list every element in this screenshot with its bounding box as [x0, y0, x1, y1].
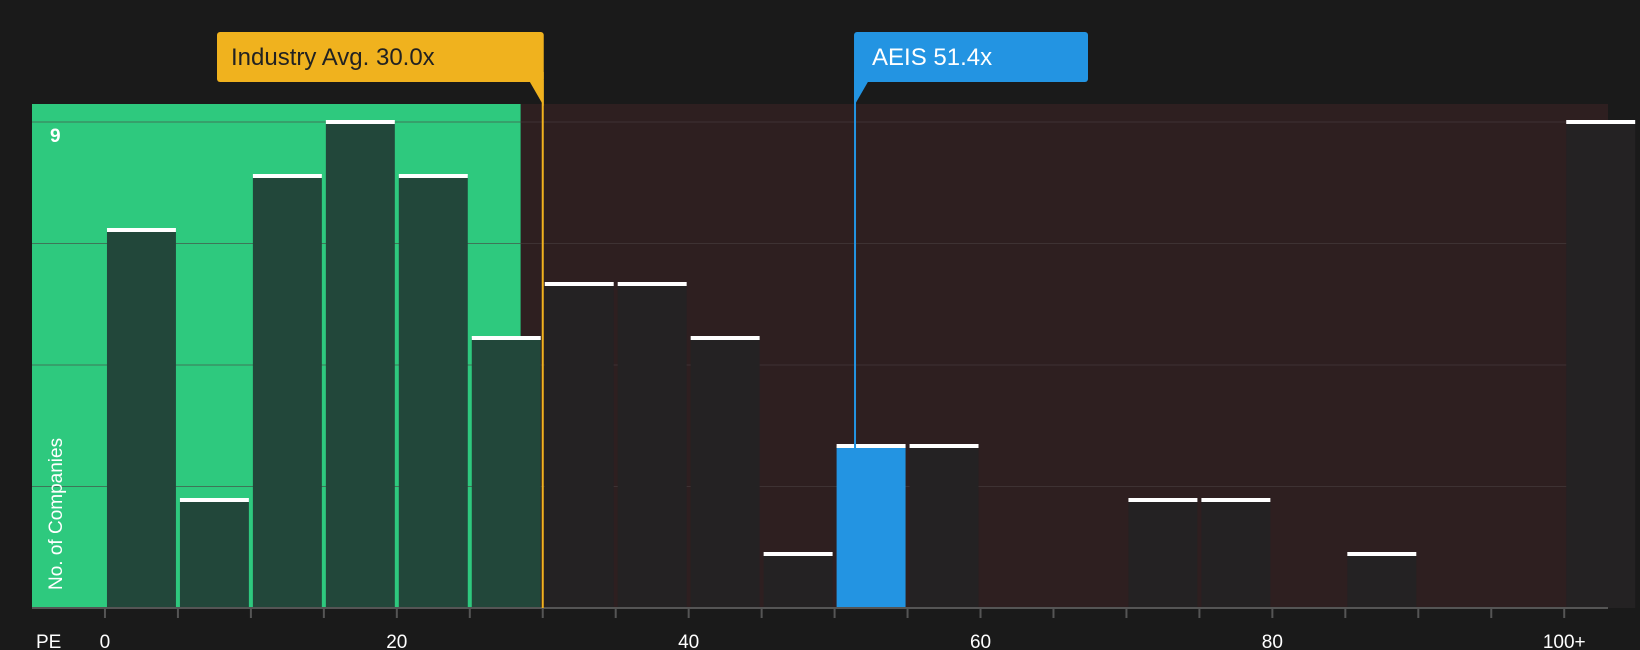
- histogram-bar-cap: [617, 282, 687, 286]
- histogram-bar: [1128, 500, 1198, 608]
- histogram-bar: [544, 284, 614, 608]
- histogram-bar: [690, 338, 760, 608]
- histogram-bar-cap: [763, 552, 833, 556]
- histogram-bar-cap: [1566, 120, 1636, 124]
- histogram-bar: [1566, 122, 1636, 608]
- histogram-bar: [252, 176, 322, 608]
- x-tick-label: 40: [678, 632, 699, 650]
- histogram-bar-cap: [690, 336, 760, 340]
- x-tick-label: 20: [386, 632, 407, 650]
- x-tick-label: 80: [1262, 632, 1283, 650]
- y-axis-max-label: 9: [50, 126, 61, 147]
- x-axis-title: PE: [36, 632, 61, 650]
- histogram-bar-cap: [544, 282, 614, 286]
- industry-average-pointer: [528, 80, 544, 106]
- histogram-bar-cap: [471, 336, 541, 340]
- histogram-bar-cap: [1201, 498, 1271, 502]
- histogram-bar-cap: [836, 444, 906, 448]
- histogram-bar-cap: [252, 174, 322, 178]
- histogram-bar: [179, 500, 249, 608]
- x-tick-label: 0: [100, 632, 111, 650]
- x-tick-label: 100+: [1543, 632, 1586, 650]
- histogram-bar: [763, 554, 833, 608]
- company-pe-label: AEIS 51.4x: [872, 44, 992, 71]
- x-axis-ticks: 0 20 40 60 80 100+: [100, 608, 1586, 650]
- histogram-bar: [325, 122, 395, 608]
- pe-distribution-chart: 0 20 40 60 80 100+ PE No. of Companies 9 Indu…: [32, 32, 1636, 650]
- industry-average-label: Industry Avg. 30.0x: [231, 44, 435, 71]
- histogram-bar-cap: [179, 498, 249, 502]
- histogram-bar: [106, 230, 176, 608]
- histogram-bar: [1347, 554, 1417, 608]
- histogram-bar: [617, 284, 687, 608]
- histogram-bar-cap: [325, 120, 395, 124]
- company-pe-pointer: [854, 80, 870, 106]
- histogram-bar: [471, 338, 541, 608]
- histogram-bar: [1201, 500, 1271, 608]
- histogram-bar: [836, 446, 906, 608]
- histogram-bar: [398, 176, 468, 608]
- histogram-bar-cap: [1347, 552, 1417, 556]
- histogram-bar-cap: [909, 444, 979, 448]
- x-tick-label: 60: [970, 632, 991, 650]
- histogram-bar-cap: [1128, 498, 1198, 502]
- histogram-bar: [909, 446, 979, 608]
- histogram-bar-cap: [398, 174, 468, 178]
- y-axis-title: No. of Companies: [46, 438, 67, 590]
- histogram-bar-cap: [106, 228, 176, 232]
